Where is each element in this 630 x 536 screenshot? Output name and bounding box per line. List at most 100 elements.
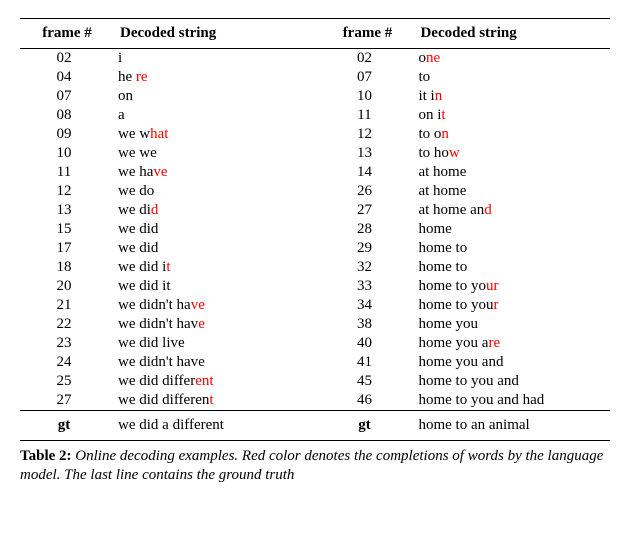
caption-label: Table 2:	[20, 448, 72, 464]
table-row: 25we did different 45home to you and	[20, 372, 610, 391]
col-spacer	[280, 296, 320, 315]
decoded-text: home you	[418, 316, 478, 332]
decoded-cell: to how	[414, 144, 610, 163]
decoded-text: he	[118, 69, 136, 85]
col-spacer	[280, 144, 320, 163]
decoded-cell: home to	[414, 239, 610, 258]
decoded-cell: we we	[114, 144, 280, 163]
gt-label-right: gt	[320, 411, 414, 441]
decoded-cell: home	[414, 220, 610, 239]
decoded-text: home to	[418, 240, 467, 256]
decoded-cell: we have	[114, 163, 280, 182]
table-row: 22we didn't have38home you	[20, 315, 610, 334]
decoded-cell: to	[414, 68, 610, 87]
decoded-text: we didn't hav	[118, 316, 198, 332]
frame-number: 08	[20, 106, 114, 125]
frame-number: 09	[20, 125, 114, 144]
decoded-text: home to you	[418, 297, 493, 313]
col-spacer	[280, 334, 320, 353]
frame-number: 02	[20, 49, 114, 68]
frame-number: 25	[20, 372, 114, 391]
decoded-cell: on	[114, 87, 280, 106]
gt-value-right: home to an animal	[414, 411, 610, 441]
frame-number: 17	[20, 239, 114, 258]
lm-completion: n	[435, 88, 443, 104]
frame-number: 15	[20, 220, 114, 239]
decoded-text: i	[118, 50, 122, 66]
decoded-cell: we what	[114, 125, 280, 144]
decoded-text: at home an	[418, 202, 484, 218]
decoded-cell: we did	[114, 201, 280, 220]
decoded-cell: home to your	[414, 277, 610, 296]
gt-label-left: gt	[20, 411, 114, 441]
frame-number: 32	[320, 258, 414, 277]
table-row: 27we did different46home to you and had	[20, 391, 610, 411]
col-spacer	[280, 68, 320, 87]
lm-completion: re	[136, 69, 148, 85]
decoded-cell: it in	[414, 87, 610, 106]
decoded-text: we do	[118, 183, 154, 199]
decoded-cell: home to	[414, 258, 610, 277]
ground-truth-row: gt we did a different gt home to an anim…	[20, 411, 610, 441]
lm-completion: n	[441, 126, 449, 142]
lm-completion: re	[488, 335, 500, 351]
decoded-cell: we do	[114, 182, 280, 201]
table-row: 23we did live40home you are	[20, 334, 610, 353]
table-row: 17we did29home to	[20, 239, 610, 258]
lm-completion: e	[198, 316, 205, 332]
decoded-cell: we did it	[114, 277, 280, 296]
table-row: 24we didn't have41home you and	[20, 353, 610, 372]
decoded-text: at home	[418, 164, 466, 180]
frame-number: 27	[320, 201, 414, 220]
decoded-text: on i	[418, 107, 441, 123]
lm-completion: d	[484, 202, 492, 218]
col-spacer	[280, 258, 320, 277]
table-row: 10we we13to how	[20, 144, 610, 163]
lm-completion: t	[441, 107, 445, 123]
gt-value-left: we did a different	[114, 411, 280, 441]
col-header-frame-left: frame #	[20, 19, 114, 49]
decoded-cell: we didn't have	[114, 315, 280, 334]
lm-completion: ve	[153, 164, 167, 180]
table-row: 20we did it33home to your	[20, 277, 610, 296]
lm-completion: ur	[486, 278, 499, 294]
table-row: 15we did28home	[20, 220, 610, 239]
col-spacer	[280, 201, 320, 220]
table-row: 11we have14at home	[20, 163, 610, 182]
frame-number: 10	[20, 144, 114, 163]
decoded-text: we didn't ha	[118, 297, 191, 313]
decoded-cell: at home	[414, 182, 610, 201]
frame-number: 13	[20, 201, 114, 220]
col-header-decoded-left: Decoded string	[114, 19, 280, 49]
decoded-text: home to you and had	[418, 392, 544, 408]
decoded-cell: home to your	[414, 296, 610, 315]
frame-number: 27	[20, 391, 114, 411]
decoding-table: frame # Decoded string frame # Decoded s…	[20, 18, 610, 441]
decoded-text: a	[118, 107, 125, 123]
frame-number: 07	[20, 87, 114, 106]
col-header-frame-right: frame #	[320, 19, 414, 49]
table-row: 18we did it32home to	[20, 258, 610, 277]
decoded-text: we w	[118, 126, 150, 142]
frame-number: 07	[320, 68, 414, 87]
frame-number: 04	[20, 68, 114, 87]
decoded-cell: we didn't have	[114, 353, 280, 372]
decoded-cell: we did	[114, 239, 280, 258]
decoded-cell: home to you and	[414, 372, 610, 391]
table-row: 13we did27at home and	[20, 201, 610, 220]
decoded-cell: at home and	[414, 201, 610, 220]
frame-number: 12	[320, 125, 414, 144]
frame-number: 11	[20, 163, 114, 182]
col-spacer	[280, 182, 320, 201]
decoded-text: to ho	[418, 145, 448, 161]
decoded-cell: home to you and had	[414, 391, 610, 411]
frame-number: 24	[20, 353, 114, 372]
col-spacer	[280, 19, 320, 49]
col-spacer	[280, 49, 320, 68]
decoded-cell: we did	[114, 220, 280, 239]
decoded-cell: we did live	[114, 334, 280, 353]
table-row: 08a11on it	[20, 106, 610, 125]
frame-number: 45	[320, 372, 414, 391]
lm-completion: d	[151, 202, 159, 218]
decoded-cell: we did different	[114, 372, 280, 391]
